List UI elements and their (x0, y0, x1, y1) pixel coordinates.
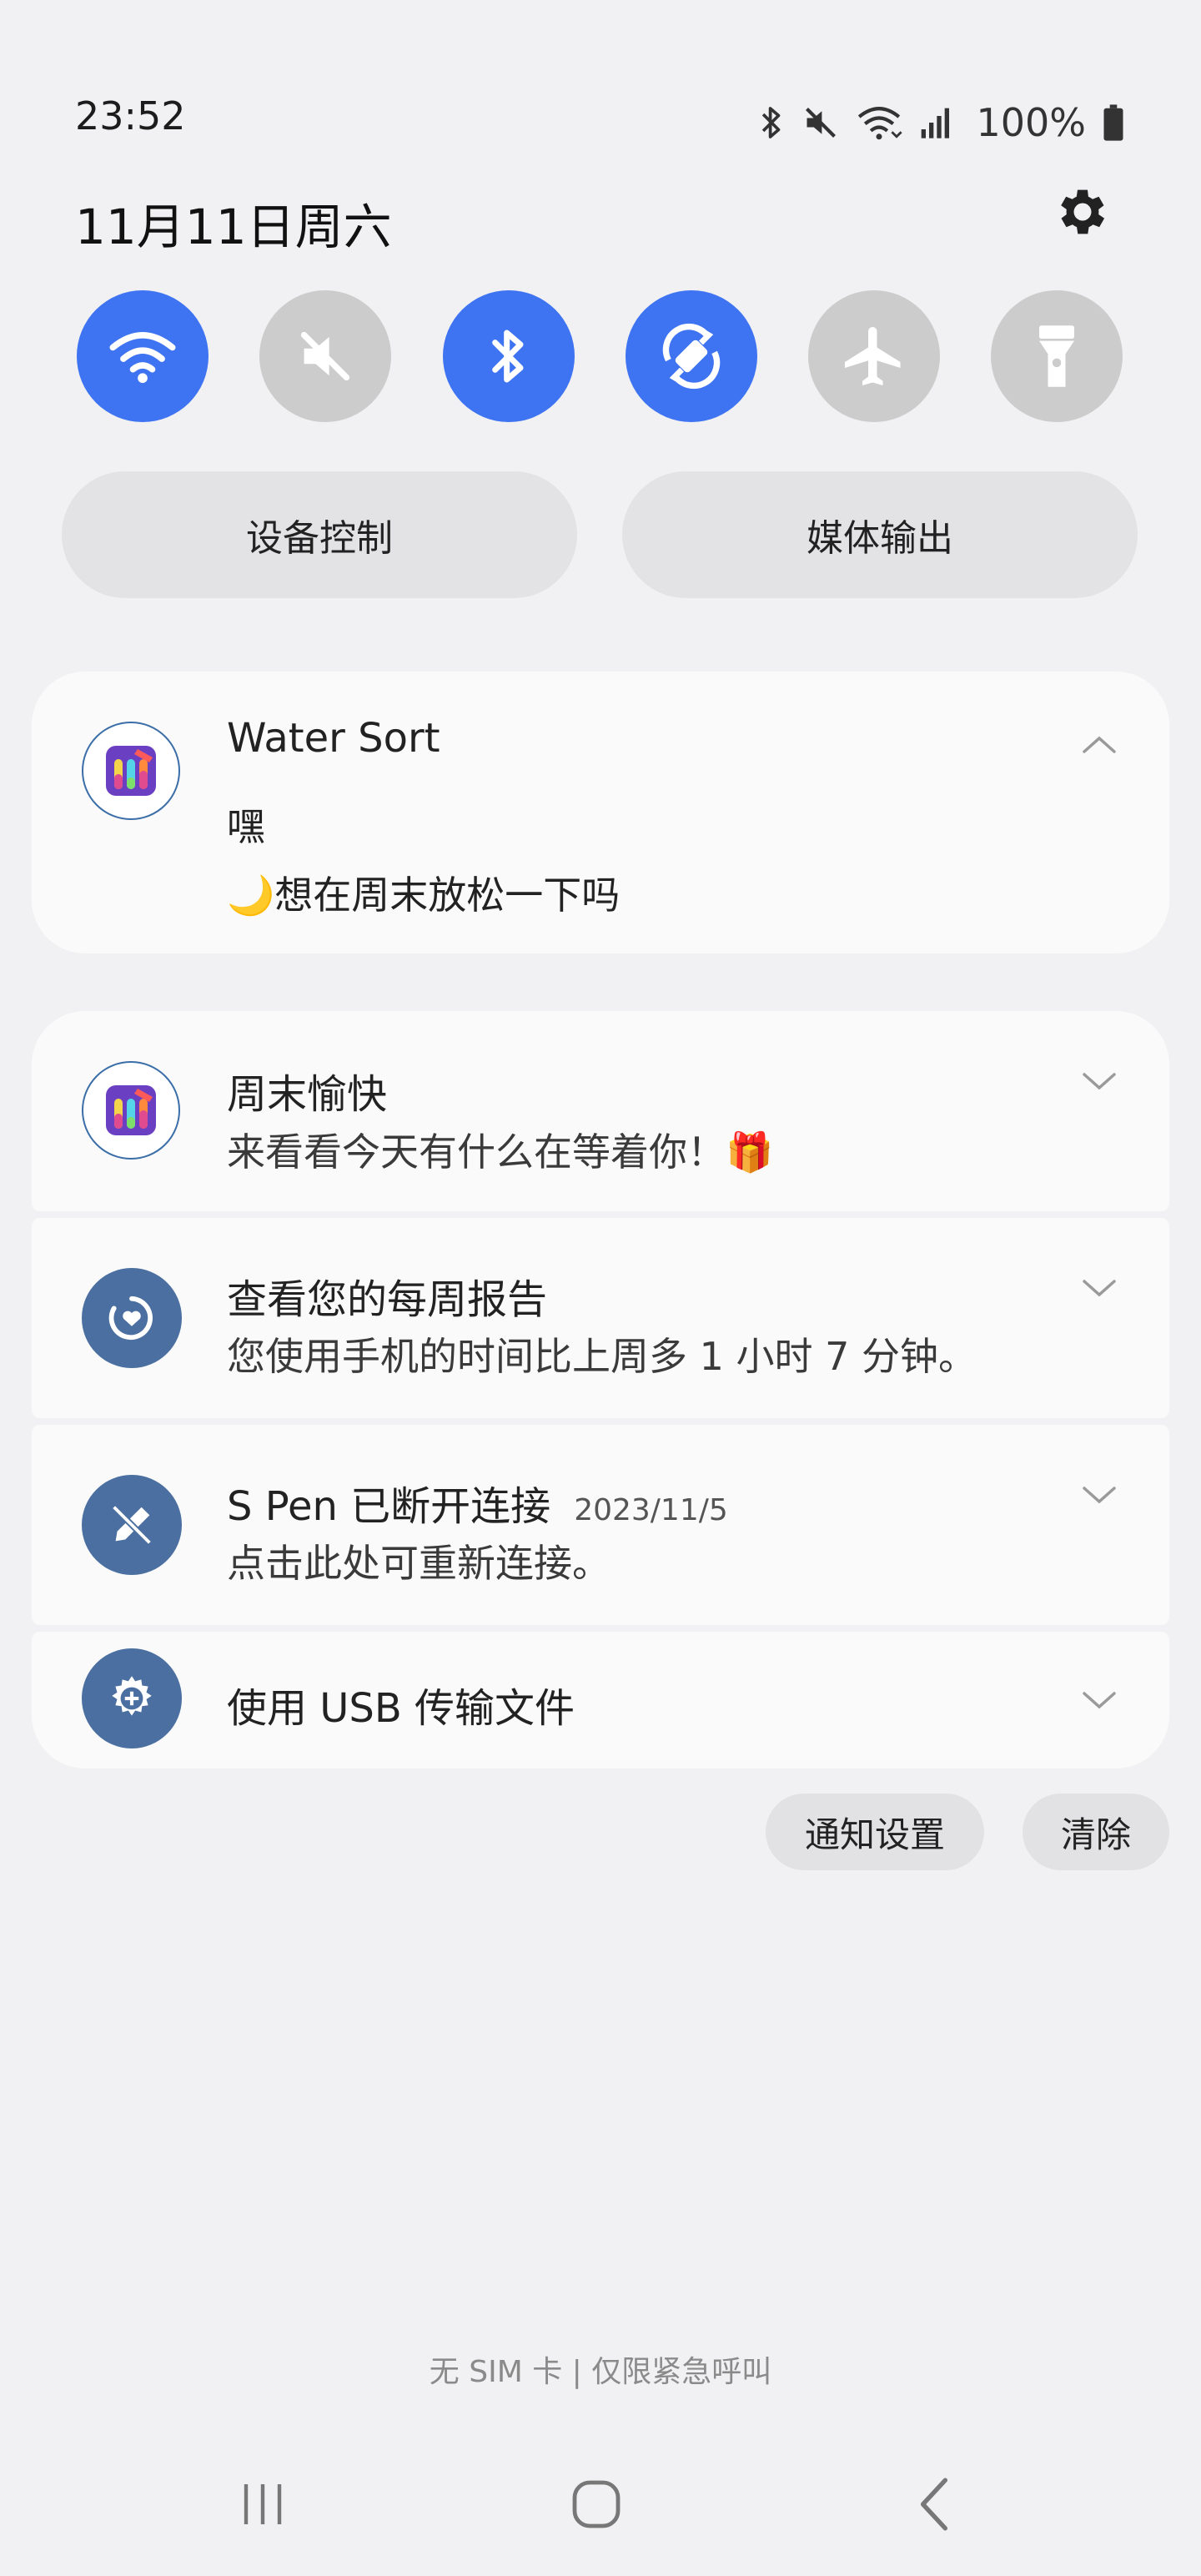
wifi-icon (858, 107, 903, 140)
recents-icon (244, 2484, 282, 2524)
notification-body: 点击此处可重新连接。 (227, 1541, 611, 1586)
sound-toggle[interactable] (259, 290, 391, 422)
wifi-icon (109, 332, 176, 384)
chevron-down-icon[interactable] (1081, 1069, 1118, 1093)
android-system-icon (82, 1648, 182, 1748)
panel-date: 11月11日周六 (75, 199, 392, 255)
signal-icon (922, 108, 950, 138)
bluetooth-icon (762, 107, 781, 138)
back-icon (920, 2478, 948, 2531)
status-icons: 100% (757, 93, 1124, 152)
auto-rotate-toggle[interactable] (626, 290, 757, 422)
media-output-button[interactable]: 媒体输出 (622, 471, 1138, 598)
home-icon (572, 2480, 621, 2528)
sim-status-text: 无 SIM 卡 | 仅限紧急呼叫 (429, 2355, 772, 2389)
notification-time: 2023/11/5 (574, 1493, 728, 1527)
notification-s-pen[interactable]: S Pen 已断开连接 2023/11/5 点击此处可重新连接。 (32, 1425, 1169, 1625)
bluetooth-icon (492, 330, 524, 383)
digital-wellbeing-icon (82, 1268, 182, 1368)
mute-icon (806, 108, 837, 138)
water-sort-app-icon (82, 722, 180, 820)
chevron-down-icon[interactable] (1081, 1276, 1118, 1300)
airplane-toggle[interactable] (808, 290, 940, 422)
notification-title: 周末愉快 (227, 1071, 388, 1118)
s-pen-icon (82, 1475, 182, 1575)
device-control-button[interactable]: 设备控制 (62, 471, 577, 598)
mute-icon (300, 331, 350, 381)
flashlight-toggle[interactable] (991, 290, 1123, 422)
home-button[interactable] (559, 2471, 634, 2538)
notification-body: 来看看今天有什么在等着你！🎁 (227, 1130, 774, 1175)
flashlight-icon (1039, 325, 1074, 387)
chevron-down-icon[interactable] (1081, 1483, 1118, 1507)
settings-button[interactable] (1053, 182, 1113, 242)
notification-line: 🌙想在周末放松一下吗 (227, 873, 621, 918)
rotate-icon (662, 323, 721, 390)
notification-water-sort[interactable]: Water Sort 嘿 🌙想在周末放松一下吗 (32, 672, 1169, 953)
notification-weekly-report[interactable]: 查看您的每周报告 您使用手机的时间比上周多 1 小时 7 分钟。 (32, 1218, 1169, 1418)
recents-button[interactable] (225, 2471, 300, 2538)
notification-weekend[interactable]: 周末愉快 来看看今天有什么在等着你！🎁 (32, 1011, 1169, 1211)
wifi-toggle[interactable] (77, 290, 209, 422)
bluetooth-toggle[interactable] (443, 290, 575, 422)
notification-body: 您使用手机的时间比上周多 1 小时 7 分钟。 (227, 1334, 977, 1379)
notification-line: 嘿 (227, 804, 265, 849)
battery-icon (1103, 104, 1123, 141)
battery-percentage: 100% (976, 100, 1086, 145)
chevron-down-icon[interactable] (1081, 1688, 1118, 1712)
notification-title: S Pen 已断开连接 (227, 1483, 551, 1530)
water-sort-app-icon (82, 1061, 180, 1160)
gear-icon (1061, 189, 1105, 234)
notification-title: 查看您的每周报告 (227, 1276, 548, 1323)
airplane-icon (845, 327, 901, 385)
notification-settings-button[interactable]: 通知设置 (766, 1794, 984, 1870)
status-time: 23:52 (75, 93, 186, 138)
back-button[interactable] (897, 2471, 972, 2538)
notification-usb[interactable]: 使用 USB 传输文件 (32, 1632, 1169, 1768)
clear-button[interactable]: 清除 (1023, 1794, 1169, 1870)
notification-title: 使用 USB 传输文件 (227, 1685, 575, 1732)
notification-header: S Pen 已断开连接 2023/11/5 (227, 1473, 728, 1532)
notification-app-name: Water Sort (227, 715, 440, 762)
chevron-up-icon[interactable] (1081, 733, 1118, 757)
